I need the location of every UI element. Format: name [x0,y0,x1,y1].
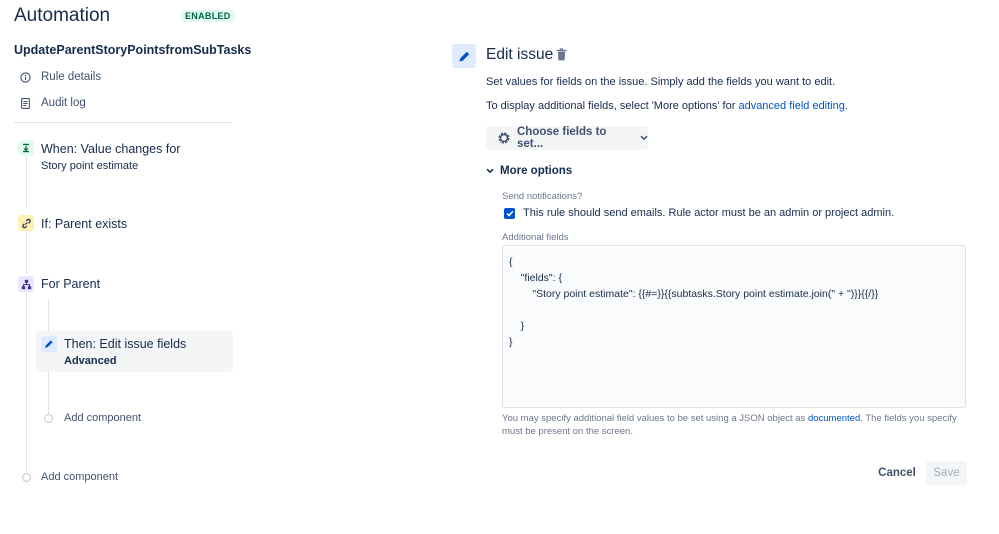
info-circle-icon [20,71,31,83]
condition-title[interactable]: If: Parent exists [41,217,127,231]
trigger-subtitle: Story point estimate [41,160,139,172]
editor-title: Edit issue [486,46,554,63]
cancel-button[interactable]: Cancel [872,461,922,485]
chevron-down-icon [486,168,494,174]
additional-fields-textarea[interactable]: { "fields": { "Story point estimate": {{… [502,245,966,408]
nav-audit-log-label: Audit log [41,97,86,109]
action-subtitle: Advanced [64,355,117,367]
editor-description-more-options: To display additional fields, select 'Mo… [486,100,848,112]
editor-description: Set values for fields on the issue. Simp… [486,76,836,88]
help-text: You may specify additional field values … [502,413,808,424]
trigger-title[interactable]: When: Value changes for [41,142,180,156]
add-component-dot [22,473,31,482]
send-emails-text: This rule should send emails. Rule actor… [523,207,895,219]
chevron-down-icon [640,135,648,141]
trash-icon[interactable] [556,48,567,61]
checkmark-icon [505,210,514,217]
timeline-line [26,292,27,472]
additional-fields-code: { "fields": { "Story point estimate": {{… [509,256,879,348]
status-badge: ENABLED [181,10,235,22]
desc-text: To display additional fields, select 'Mo… [486,100,739,112]
more-options-label: More options [500,165,573,177]
add-component-inner-button[interactable]: Add component [64,412,141,424]
trigger-icon [18,140,34,156]
additional-fields-help: You may specify additional field values … [502,412,972,438]
desc-suffix: . [844,100,848,112]
nav-rule-details[interactable]: Rule details [20,69,101,85]
divider [14,122,232,123]
nav-audit-log[interactable]: Audit log [20,95,86,111]
choose-fields-label: Choose fields to set... [517,126,607,150]
add-component-outer-button[interactable]: Add component [41,471,118,483]
timeline-line [26,232,27,274]
rule-name: UpdateParentStoryPointsfromSubTasks [14,43,252,57]
document-icon [20,97,31,109]
additional-fields-label: Additional fields [502,232,569,243]
documented-link[interactable]: documented [808,413,860,424]
nav-rule-details-label: Rule details [41,71,102,83]
choose-fields-button[interactable]: Choose fields to set... [486,126,648,150]
timeline-line [26,157,27,207]
branch-title[interactable]: For Parent [41,277,100,291]
gear-icon [497,131,511,145]
page-title: Automation [14,5,111,26]
edit-issue-icon [452,44,476,68]
send-notifications-label: Send notifications? [502,191,583,202]
add-component-dot [44,414,53,423]
hierarchy-icon [18,276,34,292]
link-icon [18,215,34,231]
action-title[interactable]: Then: Edit issue fields [64,337,186,351]
pencil-icon [41,336,57,352]
save-button[interactable]: Save [926,461,967,485]
more-options-toggle[interactable]: More options [486,165,572,177]
send-emails-checkbox[interactable] [504,208,515,219]
advanced-field-editing-link[interactable]: advanced field editing [738,100,844,112]
